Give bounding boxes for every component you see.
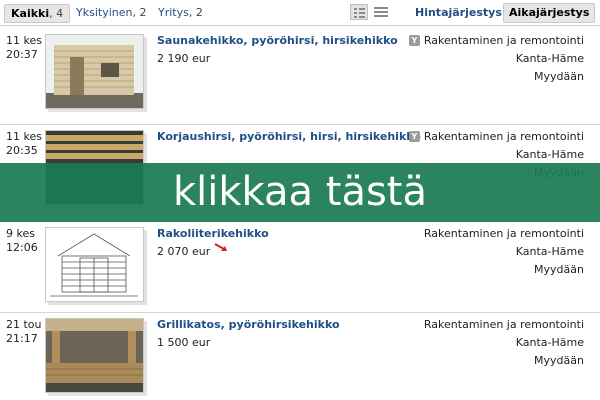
- listing-region: Kanta-Häme: [515, 336, 584, 349]
- listing-region: Kanta-Häme: [515, 245, 584, 258]
- listing-price: 1 500 eur: [157, 336, 211, 349]
- listing-category: Y Rakentaminen ja remontointi: [408, 130, 584, 143]
- listing-time: 20:35: [6, 144, 38, 157]
- listing-type: Myydään: [534, 354, 584, 367]
- filter-tab-company-count: , 2: [188, 6, 203, 19]
- listing-price: 2 190 eur: [157, 52, 211, 65]
- listing-category-label: Rakentaminen ja remontointi: [423, 130, 584, 143]
- listing-price: 2 070 eur: [157, 245, 211, 258]
- listing-category: Rakentaminen ja remontointi: [423, 318, 584, 331]
- compact-view-icon[interactable]: [374, 5, 388, 19]
- filter-tab-company[interactable]: Yritys, 2: [158, 4, 203, 21]
- listing-title-link[interactable]: Grillikatos, pyöröhirsikehikko: [157, 318, 340, 331]
- listing-date: 21 tou: [6, 318, 42, 331]
- filter-tab-private[interactable]: Yksityinen, 2: [76, 4, 146, 21]
- sort-by-time-button[interactable]: Aikajärjestys: [503, 3, 596, 23]
- listing-category-label: Rakentaminen ja remontointi: [423, 34, 584, 47]
- listing-date: 11 kes: [6, 34, 42, 47]
- listing-title-link[interactable]: Korjaushirsi, pyöröhirsi, hirsi, hirsike…: [157, 130, 421, 143]
- row-divider: [0, 124, 600, 125]
- company-badge: Y: [408, 35, 420, 46]
- filter-tab-all-count: , 4: [49, 7, 64, 20]
- listing-date: 9 kes: [6, 227, 35, 240]
- listing-title-link[interactable]: Rakoliiterikehikko: [157, 227, 269, 240]
- filter-tab-company-label: Yritys: [158, 6, 189, 19]
- list-view-icon[interactable]: [350, 4, 368, 20]
- listing-date: 11 kes: [6, 130, 42, 143]
- list-item[interactable]: 9 kes 12:06 Rakoliiterikehikko 2 070 eur…: [0, 227, 600, 309]
- click-here-banner[interactable]: klikkaa tästä: [0, 163, 600, 222]
- red-arrow-icon: [214, 243, 227, 251]
- list-item[interactable]: 11 kes 20:37 Saunakehikko, pyöröhirsi, h…: [0, 34, 600, 124]
- filter-tab-all[interactable]: Kaikki, 4: [4, 4, 71, 23]
- filter-tab-private-count: , 2: [132, 6, 147, 19]
- listing-thumbnail[interactable]: [45, 318, 144, 393]
- listing-category: Rakentaminen ja remontointi: [423, 227, 584, 240]
- listing-category: Y Rakentaminen ja remontointi: [408, 34, 584, 47]
- list-item[interactable]: 21 tou 21:17 Grillikatos, pyöröhirsikehi…: [0, 318, 600, 398]
- filter-bar: Kaikki, 4 Yksityinen, 2 Yritys, 2 Hintaj…: [0, 0, 600, 26]
- listing-type: Myydään: [534, 263, 584, 276]
- listing-thumbnail[interactable]: [45, 34, 144, 109]
- listing-type: Myydään: [534, 70, 584, 83]
- filter-tab-private-label: Yksityinen: [76, 6, 133, 19]
- listing-region: Kanta-Häme: [515, 52, 584, 65]
- listing-region: Kanta-Häme: [515, 148, 584, 161]
- listing-thumbnail[interactable]: [45, 227, 144, 302]
- listing-time: 12:06: [6, 241, 38, 254]
- sort-by-price-link[interactable]: Hintajärjestys: [415, 5, 502, 20]
- row-divider: [0, 312, 600, 313]
- company-badge: Y: [408, 131, 420, 142]
- listing-time: 21:17: [6, 332, 38, 345]
- filter-tab-all-label: Kaikki: [11, 7, 50, 20]
- listing-time: 20:37: [6, 48, 38, 61]
- listing-title-link[interactable]: Saunakehikko, pyöröhirsi, hirsikehikko: [157, 34, 398, 47]
- banner-text: klikkaa tästä: [173, 169, 427, 215]
